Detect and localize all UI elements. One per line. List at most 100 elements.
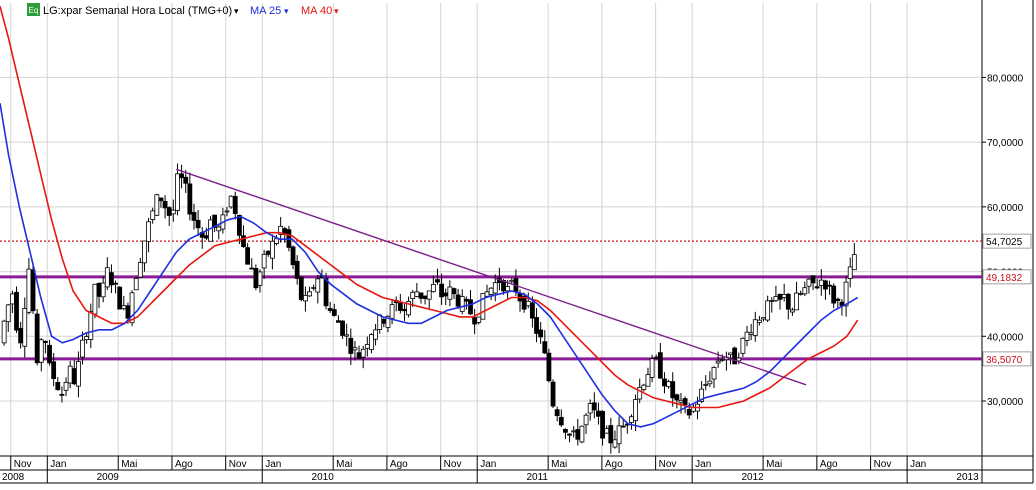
price-tick-label: 80,0000 bbox=[987, 73, 1024, 84]
candle-body bbox=[736, 357, 742, 362]
candle-body bbox=[492, 282, 498, 294]
candle-body bbox=[530, 302, 535, 319]
candle-body bbox=[554, 409, 560, 417]
candle-body bbox=[356, 352, 362, 359]
candle-body bbox=[397, 302, 403, 311]
candle-body bbox=[42, 340, 48, 343]
candle-body bbox=[468, 299, 473, 315]
candle-body bbox=[253, 268, 259, 289]
candle-body bbox=[121, 305, 127, 310]
year-label: 2009 bbox=[97, 472, 120, 483]
candle-body bbox=[455, 294, 461, 307]
candle-body bbox=[662, 378, 667, 387]
candle-body bbox=[806, 278, 812, 287]
candle-body bbox=[422, 295, 428, 300]
candle-body bbox=[761, 317, 766, 320]
candle-body bbox=[26, 268, 32, 313]
candle-body bbox=[307, 291, 312, 297]
candle-body bbox=[59, 393, 65, 396]
candle-body bbox=[777, 293, 783, 300]
ma40-dropdown-icon[interactable]: ▾ bbox=[334, 6, 339, 16]
candle-body bbox=[715, 360, 721, 364]
candle-body bbox=[451, 288, 457, 295]
candle-body bbox=[633, 399, 638, 422]
candle-body bbox=[728, 352, 733, 356]
candle-body bbox=[30, 269, 36, 312]
candle-body bbox=[137, 262, 143, 278]
candle-body bbox=[443, 292, 449, 297]
candle-body bbox=[447, 286, 453, 300]
candle-body bbox=[823, 280, 828, 290]
ma25-dropdown-icon[interactable]: ▾ bbox=[284, 6, 289, 16]
candle-body bbox=[790, 309, 795, 313]
candle-body bbox=[670, 381, 676, 399]
candle-body bbox=[18, 327, 24, 344]
candle-body bbox=[364, 344, 370, 349]
month-tick-label: Nov bbox=[874, 459, 892, 470]
candle-body bbox=[748, 332, 754, 335]
candle-body bbox=[802, 287, 808, 295]
candle-body bbox=[831, 285, 837, 304]
candle-body bbox=[92, 283, 98, 315]
candle-body bbox=[439, 283, 445, 298]
candle-body bbox=[336, 320, 341, 323]
candle-body bbox=[418, 292, 424, 299]
candle-body bbox=[352, 347, 358, 351]
candle-body bbox=[645, 374, 651, 387]
candle-body bbox=[113, 282, 118, 285]
candle-body bbox=[629, 416, 634, 423]
candlestick-chart: Nov Jan Mai Ago Nov Jan Mai Ago Nov Jan Mai Ago Nov J… bbox=[0, 0, 1036, 485]
instrument-title[interactable]: LG:xpar Semanal Hora Local (TMG+0) bbox=[43, 5, 232, 17]
candle-body bbox=[109, 272, 114, 286]
candle-body bbox=[463, 298, 469, 302]
candle-body bbox=[146, 221, 151, 242]
candle-body bbox=[245, 247, 251, 265]
candle-body bbox=[80, 339, 85, 358]
candle-body bbox=[538, 329, 544, 338]
price-tick-label: 30,0000 bbox=[987, 397, 1024, 408]
month-tick-label: Mai bbox=[336, 459, 352, 470]
candle-body bbox=[125, 305, 131, 319]
candle-body bbox=[769, 300, 775, 302]
year-label: 2013 bbox=[956, 472, 979, 483]
candle-body bbox=[63, 381, 69, 391]
candle-body bbox=[175, 173, 180, 211]
candle-body bbox=[9, 293, 15, 305]
candle-body bbox=[290, 246, 296, 266]
candle-body bbox=[818, 279, 824, 286]
month-tick-label: Nov bbox=[659, 459, 677, 470]
candle-body bbox=[55, 381, 61, 391]
candle-body bbox=[76, 361, 81, 387]
candle-body bbox=[542, 341, 548, 354]
candle-body bbox=[480, 293, 486, 320]
candle-body bbox=[369, 334, 374, 350]
candle-body bbox=[269, 240, 275, 259]
price-tick-label: 40,0000 bbox=[987, 332, 1024, 343]
ma40-legend[interactable]: MA 40 bbox=[301, 5, 332, 17]
candle-body bbox=[505, 286, 511, 292]
candle-body bbox=[360, 348, 366, 358]
candle-body bbox=[5, 304, 11, 323]
instrument-dropdown-icon[interactable]: ▾ bbox=[234, 6, 239, 16]
candle-body bbox=[203, 235, 209, 239]
candle-body bbox=[616, 425, 622, 445]
candle-body bbox=[579, 425, 585, 443]
candle-body bbox=[323, 277, 329, 307]
candle-body bbox=[410, 291, 416, 299]
month-tick-label: Nov bbox=[14, 459, 32, 470]
ma25-legend[interactable]: MA 25 bbox=[250, 5, 281, 17]
candle-body bbox=[426, 290, 432, 300]
candle-body bbox=[620, 425, 626, 428]
candle-body bbox=[84, 336, 90, 341]
candle-body bbox=[261, 253, 267, 269]
candle-body bbox=[781, 294, 787, 298]
candle-body bbox=[744, 331, 750, 341]
candle-body bbox=[546, 352, 552, 382]
candle-body bbox=[117, 286, 123, 310]
candle-body bbox=[216, 226, 222, 232]
year-label: 2010 bbox=[312, 472, 335, 483]
candle-body bbox=[430, 284, 436, 293]
candle-body bbox=[827, 284, 832, 287]
month-tick-label: Ago bbox=[820, 459, 838, 470]
candle-body bbox=[38, 339, 44, 363]
